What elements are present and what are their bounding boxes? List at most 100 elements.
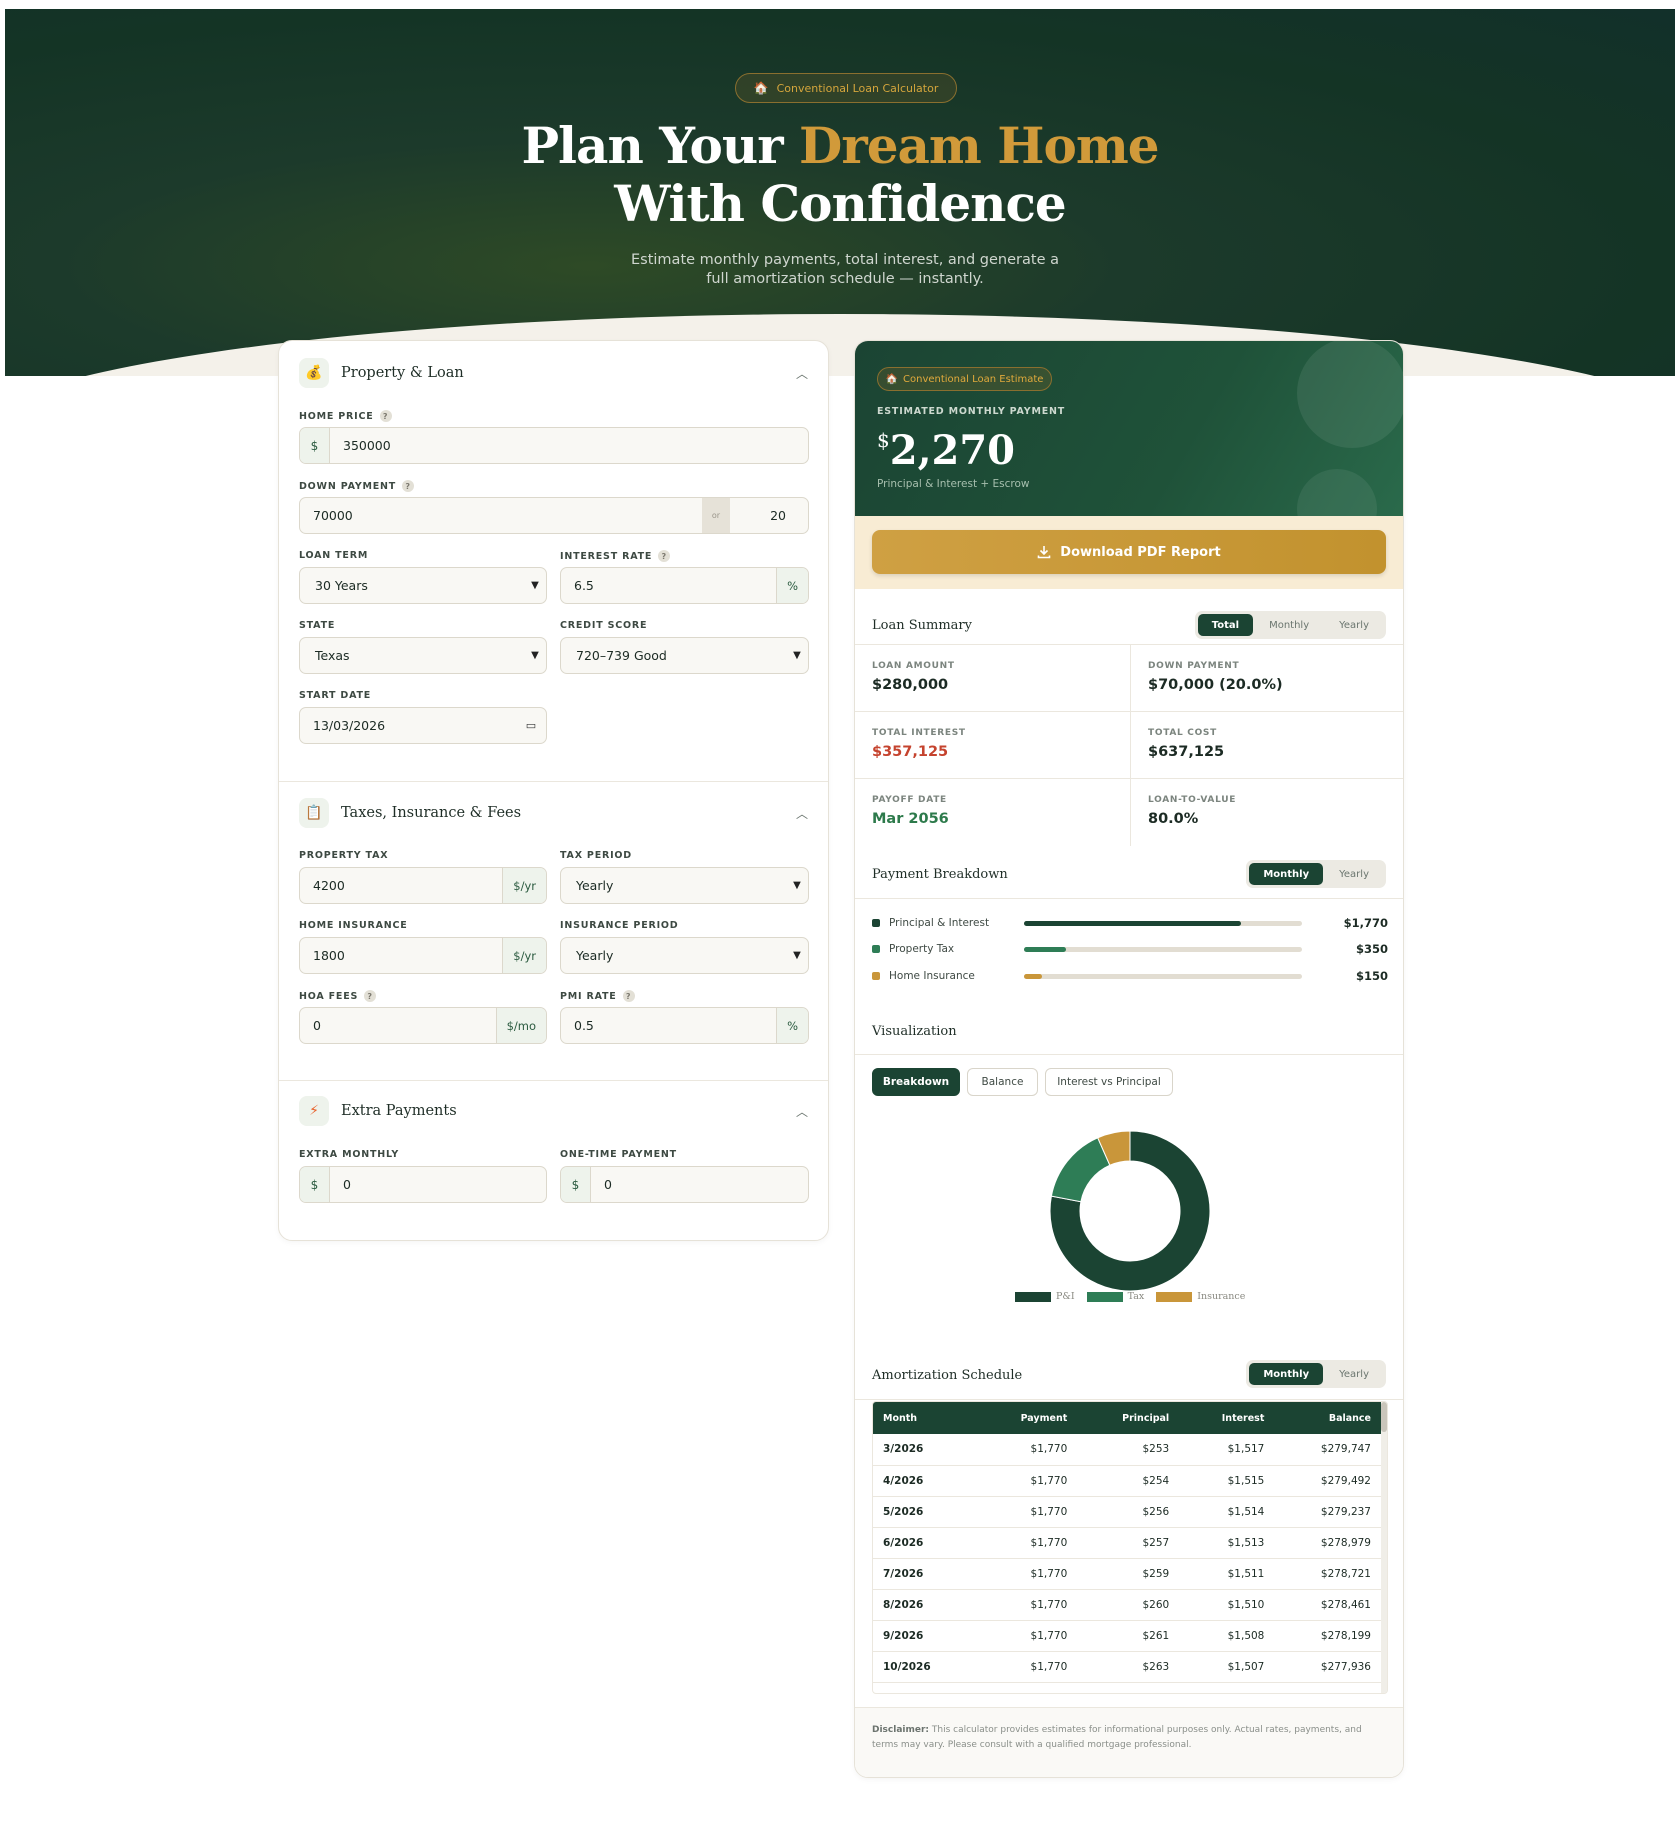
- table-row: 8/2026 $1,770 $260 $1,510 $278,461: [873, 1589, 1381, 1621]
- chevron-up-icon[interactable]: ︿: [796, 365, 808, 382]
- help-icon[interactable]: ?: [622, 990, 635, 1002]
- state-select[interactable]: Texas ▼: [299, 637, 547, 674]
- credit-score-select[interactable]: 720–739 Good ▼: [560, 637, 809, 674]
- tab-interest-vs-principal[interactable]: Interest vs Principal: [1045, 1068, 1173, 1096]
- total-interest-value: $357,125: [872, 744, 949, 760]
- currency-prefix: $: [561, 1167, 591, 1202]
- section-divider: [279, 781, 828, 782]
- calculator-form-card: 💰 Property & Loan ︿ HOME PRICE? $ 350000…: [278, 340, 829, 1241]
- tab-monthly[interactable]: Monthly: [1249, 1363, 1324, 1385]
- chevron-up-icon[interactable]: ︿: [796, 805, 808, 822]
- down-percent-input[interactable]: 20: [730, 508, 808, 523]
- insurance-period-label: INSURANCE PERIOD: [560, 920, 679, 931]
- section-header-extra[interactable]: ⚡ Extra Payments ︿: [299, 1095, 808, 1127]
- percent-suffix: %: [776, 1008, 808, 1043]
- property-tax-input[interactable]: 4200 $/yr: [299, 867, 547, 904]
- table-cell: $257: [1077, 1527, 1180, 1559]
- legend-item: Tax: [1086, 1291, 1144, 1302]
- tab-monthly[interactable]: Monthly: [1255, 614, 1323, 636]
- estimate-badge-label: Conventional Loan Estimate: [903, 373, 1044, 385]
- tab-balance[interactable]: Balance: [967, 1068, 1038, 1096]
- loan-amount-cell: LOAN AMOUNT $280,000: [855, 645, 1130, 712]
- interest-rate-value: 6.5: [574, 578, 594, 593]
- download-icon: [1037, 546, 1051, 559]
- breakdown-value: $1,770: [1343, 916, 1388, 930]
- hero-badge: 🏠 Conventional Loan Calculator: [735, 73, 957, 103]
- extra-monthly-value: 0: [343, 1177, 351, 1192]
- legend-item: Insurance: [1156, 1291, 1245, 1302]
- donut-slice-tax[interactable]: [1050, 1137, 1111, 1203]
- hero-curve: [5, 314, 1675, 376]
- one-time-payment-input[interactable]: $ 0: [560, 1166, 809, 1203]
- tab-yearly[interactable]: Yearly: [1325, 1363, 1383, 1385]
- table-row: 9/2026 $1,770 $261 $1,508 $278,199: [873, 1620, 1381, 1652]
- home-price-value: 350000: [343, 438, 391, 453]
- tab-breakdown[interactable]: Breakdown: [872, 1068, 960, 1096]
- payoff-date-label: PAYOFF DATE: [872, 795, 947, 805]
- home-price-label: HOME PRICE?: [299, 410, 392, 422]
- column-header: Interest: [1221, 1412, 1265, 1424]
- pmi-rate-input[interactable]: 0.5 %: [560, 1007, 809, 1044]
- insurance-period-value: Yearly: [576, 948, 614, 963]
- down-payment-input[interactable]: 70000 or 20: [299, 497, 809, 534]
- hero-title-line2: With Confidence: [614, 174, 1067, 233]
- table-cell: $1,770: [975, 1434, 1078, 1466]
- home-insurance-label: HOME INSURANCE: [299, 920, 408, 931]
- down-payment-cell: DOWN PAYMENT $70,000 (20.0%): [1130, 645, 1403, 712]
- download-pdf-label: Download PDF Report: [1060, 544, 1221, 560]
- amortization-title: Amortization Schedule: [872, 1368, 1023, 1383]
- help-icon[interactable]: ?: [364, 990, 377, 1002]
- extra-monthly-input[interactable]: $ 0: [299, 1166, 547, 1203]
- table-cell: $1,507: [1179, 1651, 1275, 1683]
- insurance-period-select[interactable]: Yearly ▼: [560, 937, 809, 974]
- table-cell: $1,511: [1179, 1558, 1275, 1590]
- table-cell: 9/2026: [873, 1620, 976, 1652]
- pmi-rate-label: PMI RATE?: [560, 990, 635, 1002]
- tax-period-select[interactable]: Yearly ▼: [560, 867, 809, 904]
- estimate-badge: 🏠 Conventional Loan Estimate: [877, 367, 1052, 391]
- monthly-payment-amount: $2,270: [877, 427, 1015, 474]
- download-pdf-button[interactable]: Download PDF Report: [872, 530, 1386, 574]
- legend-swatch: [1015, 1291, 1051, 1302]
- tab-yearly[interactable]: Yearly: [1325, 863, 1383, 885]
- payment-breakdown-title: Payment Breakdown: [872, 867, 1008, 882]
- loan-term-select[interactable]: 30 Years ▼: [299, 567, 547, 604]
- tab-yearly[interactable]: Yearly: [1325, 614, 1383, 636]
- section-header-property[interactable]: 💰 Property & Loan ︿: [299, 357, 808, 389]
- start-date-label: START DATE: [299, 690, 372, 701]
- start-date-input[interactable]: 13/03/2026 ▭: [299, 707, 547, 744]
- total-cost-cell: TOTAL COST $637,125: [1130, 712, 1403, 779]
- table-row: 3/2026 $1,770 $253 $1,517 $279,747: [873, 1434, 1381, 1466]
- loan-summary-title: Loan Summary: [872, 618, 972, 633]
- table-header-row: Month Payment Principal Interest Balance: [873, 1402, 1381, 1434]
- tab-total[interactable]: Total: [1197, 614, 1254, 636]
- total-interest-cell: TOTAL INTEREST $357,125: [855, 712, 1130, 779]
- table-cell: $263: [1077, 1651, 1180, 1683]
- table-row: 5/2026 $1,770 $256 $1,514 $279,237: [873, 1496, 1381, 1528]
- tab-monthly[interactable]: Monthly: [1249, 863, 1324, 885]
- amortization-tabs: Monthly Yearly: [1246, 1360, 1386, 1388]
- home-price-input[interactable]: $ 350000: [299, 427, 809, 464]
- table-scrollbar[interactable]: [1381, 1402, 1387, 1693]
- interest-rate-input[interactable]: 6.5 %: [560, 567, 809, 604]
- results-card: 🏠 Conventional Loan Estimate ESTIMATED M…: [854, 340, 1404, 1778]
- help-icon[interactable]: ?: [658, 550, 671, 562]
- table-row: 10/2026 $1,770 $263 $1,507 $277,936: [873, 1651, 1381, 1683]
- help-icon[interactable]: ?: [379, 410, 392, 422]
- section-header-taxes[interactable]: 📋 Taxes, Insurance & Fees ︿: [299, 797, 808, 829]
- section-divider: [855, 898, 1403, 899]
- scrollbar-thumb[interactable]: [1381, 1402, 1387, 1432]
- unit-suffix: $/yr: [502, 868, 546, 903]
- home-insurance-input[interactable]: 1800 $/yr: [299, 937, 547, 974]
- hoa-fees-input[interactable]: 0 $/mo: [299, 1007, 547, 1044]
- table-cell: $278,461: [1274, 1589, 1381, 1621]
- hoa-fees-label: HOA FEES?: [299, 990, 377, 1002]
- calendar-icon[interactable]: ▭: [516, 719, 546, 732]
- help-icon[interactable]: ?: [402, 480, 415, 492]
- table-cell: $279,747: [1274, 1434, 1381, 1466]
- chevron-up-icon[interactable]: ︿: [796, 1103, 808, 1120]
- table-cell: $1,517: [1179, 1434, 1275, 1466]
- currency-prefix: $: [300, 428, 330, 463]
- pdf-bar: Download PDF Report: [855, 516, 1403, 589]
- down-payment-label: DOWN PAYMENT: [1148, 661, 1240, 671]
